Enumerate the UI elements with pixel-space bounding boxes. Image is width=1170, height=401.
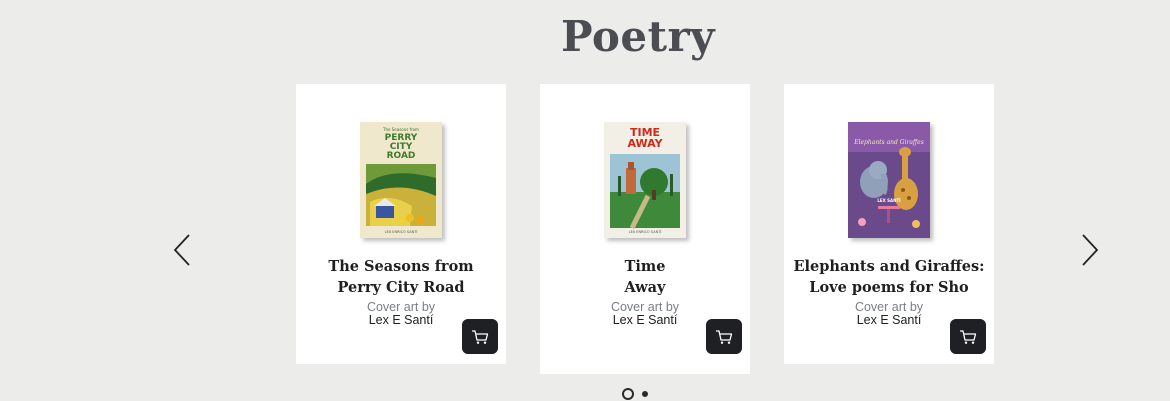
carousel-pagination: [622, 387, 648, 401]
chevron-right-icon: [1082, 234, 1099, 266]
svg-text:The Seasons from: The Seasons from: [382, 127, 419, 132]
add-to-cart-button[interactable]: [706, 319, 742, 354]
pagination-dot-active[interactable]: [622, 388, 634, 400]
svg-text:AWAY: AWAY: [627, 137, 663, 150]
svg-text:Elephants and Giraffes: Elephants and Giraffes: [853, 139, 924, 146]
svg-text:LEX ENRICO SANTÍ: LEX ENRICO SANTÍ: [385, 229, 418, 234]
cart-icon: [960, 329, 977, 344]
add-to-cart-button[interactable]: [950, 319, 986, 354]
book-title[interactable]: Time Away: [540, 256, 750, 298]
section-title: Poetry: [560, 12, 716, 61]
carousel-prev-button[interactable]: [162, 228, 202, 272]
cover-art-label: Cover art by: [610, 300, 680, 314]
book-cover-image[interactable]: TIME AWAY LEX ENRICO SANTÍ: [604, 122, 686, 238]
chevron-left-icon: [173, 234, 190, 266]
cover-art-label: Cover art by: [854, 300, 924, 314]
product-card[interactable]: The Seasons from PERRY CITY ROAD LEX ENR…: [296, 84, 506, 364]
book-cover-image[interactable]: The Seasons from PERRY CITY ROAD LEX ENR…: [360, 122, 442, 238]
add-to-cart-button[interactable]: [462, 319, 498, 354]
book-cover-image[interactable]: Elephants and Giraffes LEX SANTÍ: [848, 122, 930, 238]
product-card[interactable]: TIME AWAY LEX ENRICO SANTÍ Time Away Cov…: [540, 84, 750, 374]
pagination-dot[interactable]: [642, 391, 648, 397]
product-card[interactable]: Elephants and Giraffes LEX SANTÍ Elephan…: [784, 84, 994, 364]
svg-text:ROAD: ROAD: [387, 151, 416, 161]
svg-text:LEX SANTÍ: LEX SANTÍ: [877, 198, 901, 203]
cart-icon: [472, 329, 489, 344]
carousel-next-button[interactable]: [1070, 228, 1110, 272]
cover-art-label: Cover art by: [366, 300, 436, 314]
svg-text:LEX ENRICO SANTÍ: LEX ENRICO SANTÍ: [629, 229, 662, 234]
book-title[interactable]: The Seasons from Perry City Road: [296, 256, 506, 298]
cart-icon: [716, 329, 733, 344]
book-title[interactable]: Elephants and Giraffes: Love poems for S…: [784, 256, 994, 298]
